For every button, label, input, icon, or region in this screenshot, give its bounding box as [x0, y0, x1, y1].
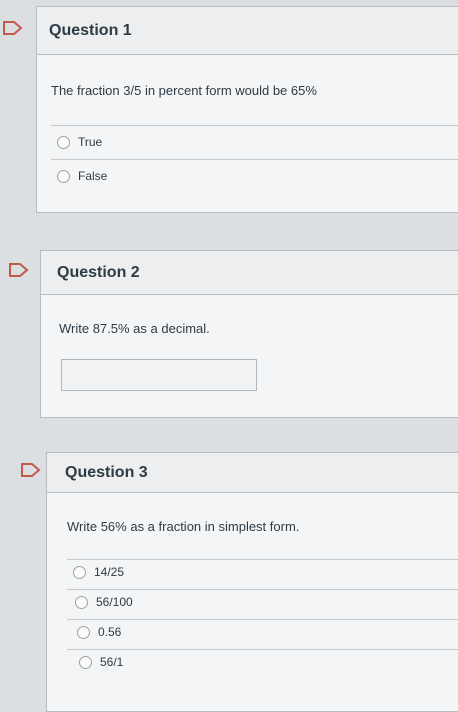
option-label: 0.56 — [98, 625, 122, 639]
option-label: 56/100 — [96, 595, 133, 609]
question-2-prompt: Write 87.5% as a decimal. — [59, 321, 210, 336]
option-label: 14/25 — [94, 565, 125, 579]
radio-button[interactable] — [77, 625, 90, 639]
question-2-card: Question 2 Write 87.5% as a decimal. — [40, 250, 458, 418]
flag-question-icon[interactable] — [2, 20, 24, 36]
question-3-prompt: Write 56% as a fraction in simplest form… — [67, 519, 300, 534]
answer-option-14-25[interactable]: 14/25 — [73, 565, 124, 579]
question-title: Question 2 — [41, 251, 458, 295]
question-title: Question 3 — [47, 453, 458, 493]
radio-button[interactable] — [57, 135, 70, 149]
radio-button[interactable] — [75, 595, 88, 609]
question-1-prompt: The fraction 3/5 in percent form would b… — [51, 83, 317, 98]
answer-option-true[interactable]: True — [57, 135, 102, 149]
question-3-card: Question 3 Write 56% as a fraction in si… — [46, 452, 458, 712]
answer-option-56-100[interactable]: 56/100 — [75, 595, 133, 609]
question-2-title: Question 2 — [57, 263, 140, 281]
answer-option-56-1[interactable]: 56/1 — [79, 655, 123, 669]
option-label: 56/1 — [100, 655, 124, 669]
answer-input[interactable] — [61, 359, 257, 391]
answer-option-false[interactable]: False — [57, 169, 107, 183]
option-label: False — [78, 169, 108, 183]
radio-button[interactable] — [79, 655, 92, 669]
question-1-title: Question 1 — [49, 21, 132, 39]
flag-question-icon[interactable] — [8, 262, 30, 278]
flag-question-icon[interactable] — [20, 462, 42, 478]
option-label: True — [78, 135, 103, 149]
radio-button[interactable] — [57, 169, 70, 183]
radio-button[interactable] — [73, 565, 86, 579]
answer-option-0-56[interactable]: 0.56 — [77, 625, 121, 639]
question-3-title: Question 3 — [65, 463, 148, 481]
question-title: Question 1 — [37, 7, 458, 55]
question-1-card: Question 1 The fraction 3/5 in percent f… — [36, 6, 458, 213]
